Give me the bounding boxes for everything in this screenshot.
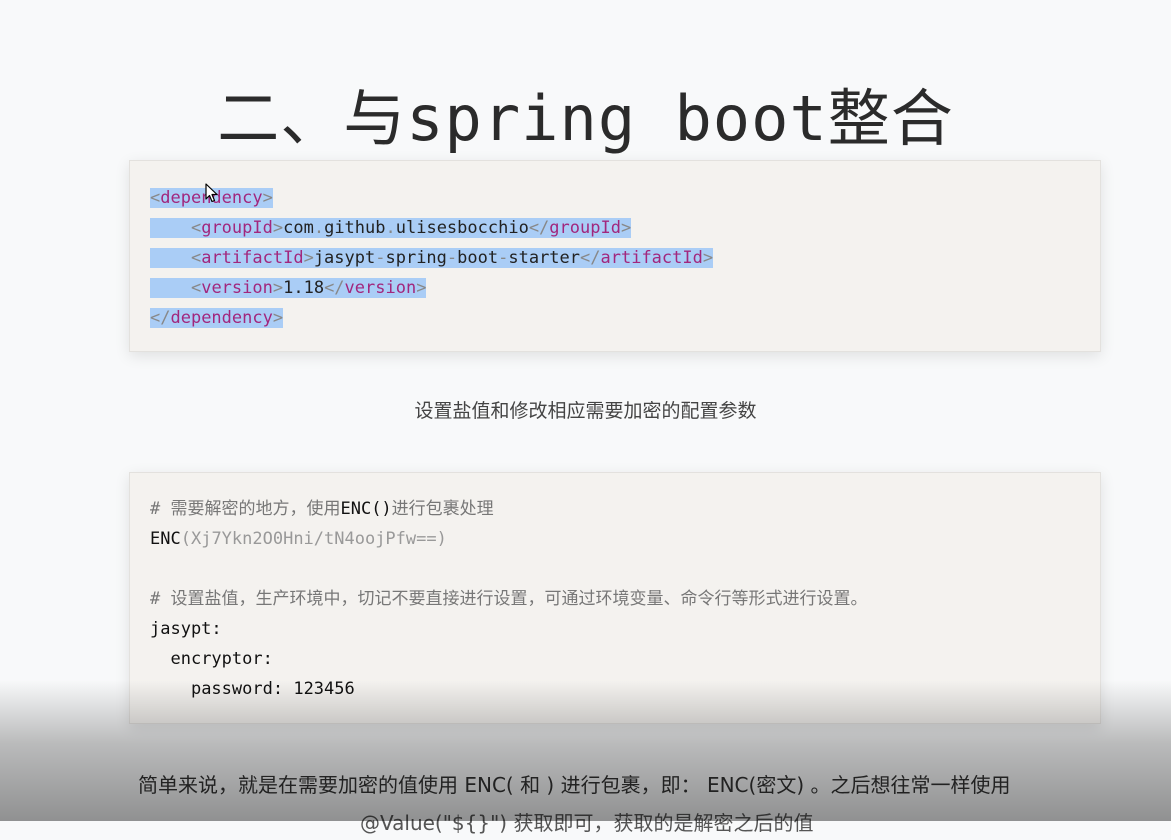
- code-line-version: <version>1.18</version>: [150, 273, 427, 303]
- code-line-artifactid: <artifactId>jasypt-spring-boot-starter</…: [150, 243, 714, 273]
- config-code-block[interactable]: # 需要解密的地方，使用ENC()进行包裹处理 ENC(Xj7Ykn2O0Hni…: [129, 472, 1101, 724]
- tag-artifactid: artifactId: [201, 248, 304, 268]
- section-caption: 设置盐值和修改相应需要加密的配置参数: [414, 400, 757, 422]
- code-comment-decrypt: # 需要解密的地方，使用ENC()进行包裹处理: [150, 499, 494, 519]
- code-enc-value: ENC(Xj7Ykn2O0Hni/tN4oojPfw==): [150, 529, 447, 549]
- tag-version: version: [201, 278, 273, 298]
- code-comment-salt: # 设置盐值，生产环境中，切记不要直接进行设置，可通过环境变量、命令行等形式进行…: [150, 589, 868, 609]
- version-value: 1.18: [283, 278, 325, 298]
- explanation-paragraph-line1: 简单来说，就是在需要加密的值使用 ENC( 和 ) 进行包裹，即： ENC(密文…: [138, 773, 1011, 797]
- code-line-dependency-close: </dependency>: [150, 308, 284, 328]
- yaml-key-jasypt: jasypt:: [150, 619, 222, 639]
- dependency-code-block[interactable]: <dependency> <groupId>com.github.ulisesb…: [129, 160, 1101, 352]
- encrypted-value: Xj7Ykn2O0Hni/tN4oojPfw==: [190, 529, 437, 549]
- page-title: 二、与spring boot整合: [217, 82, 954, 155]
- password-value: 123456: [293, 679, 355, 699]
- mouse-cursor-icon: [205, 183, 218, 203]
- artifactid-value: starter: [508, 248, 581, 268]
- explanation-paragraph-line2: @Value("${}") 获取即可，获取的是解密之后的值: [360, 811, 814, 835]
- code-line-groupid: <groupId>com.github.ulisesbocchio</group…: [150, 213, 632, 243]
- yaml-key-password: password: 123456: [190, 679, 355, 699]
- tag-groupid: groupId: [201, 218, 273, 238]
- yaml-key-encryptor: encryptor:: [170, 649, 273, 669]
- groupid-value: ulisesbocchio: [395, 218, 529, 238]
